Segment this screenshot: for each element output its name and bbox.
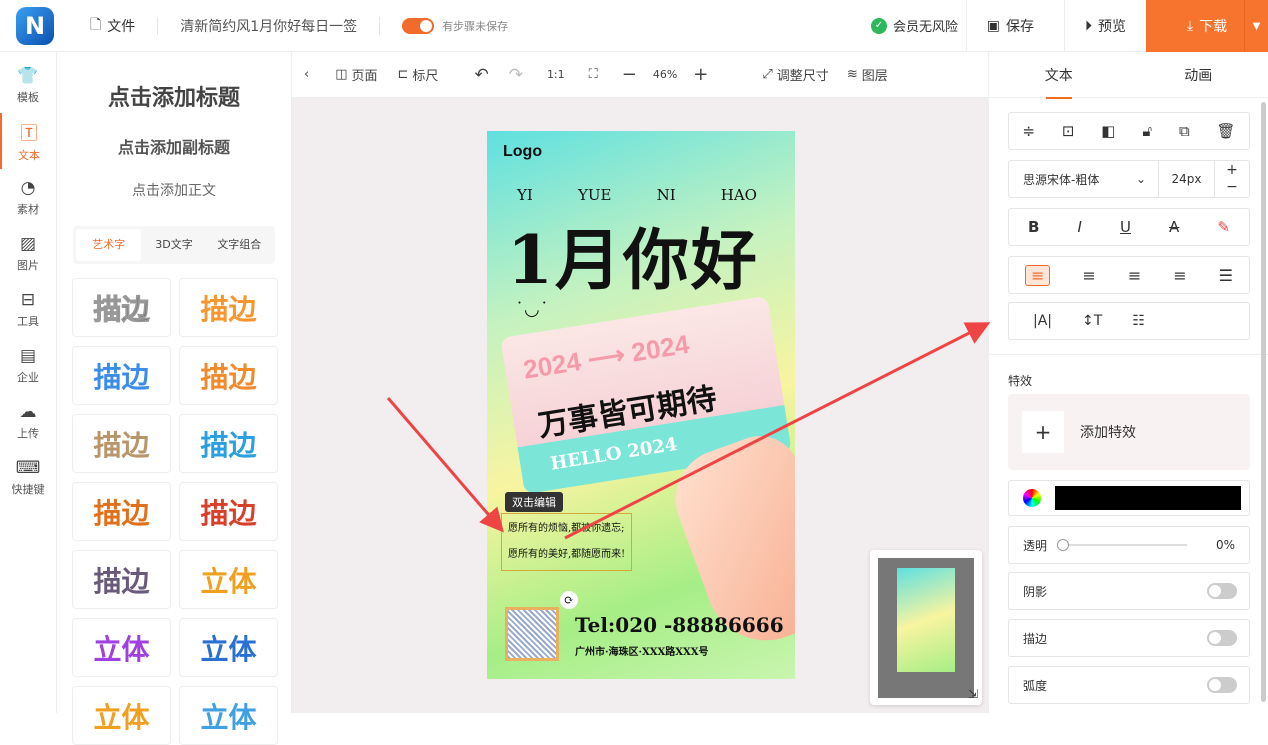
arrow-to-panel: [565, 325, 985, 538]
arrow-to-text: [388, 398, 500, 528]
annotation-arrows: [0, 0, 1268, 713]
